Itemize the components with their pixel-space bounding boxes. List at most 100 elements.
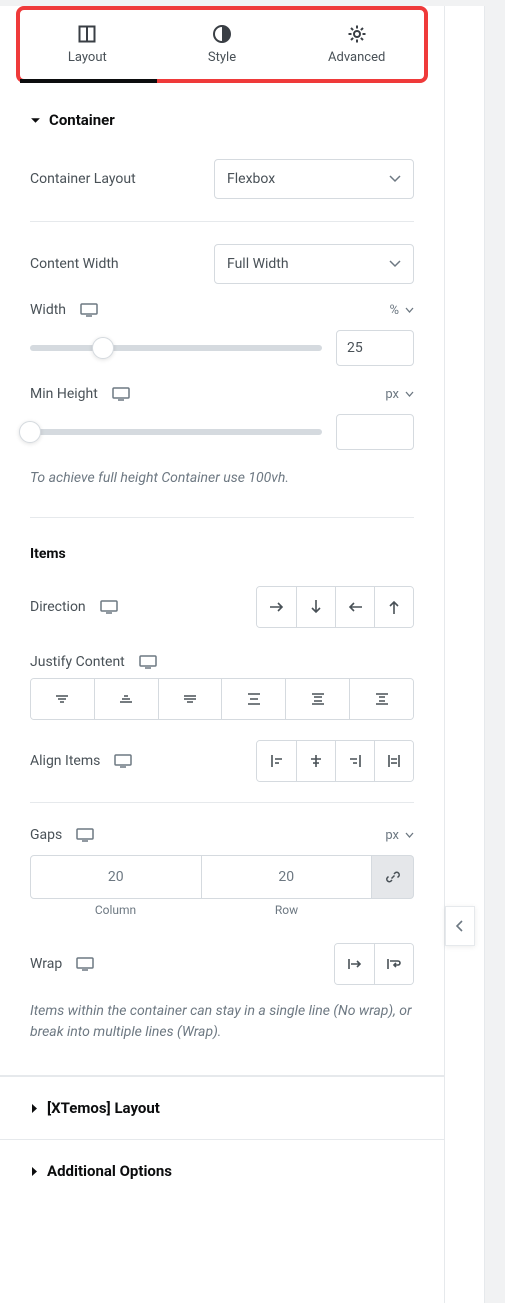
desktop-icon[interactable]: [76, 828, 94, 842]
section-container-title: Container: [49, 111, 115, 129]
direction-column-reverse-button[interactable]: [374, 587, 413, 627]
direction-row-button[interactable]: [257, 587, 296, 627]
width-slider-thumb[interactable]: [92, 337, 114, 359]
justify-group: [30, 678, 414, 720]
justify-space-evenly-icon: [373, 692, 391, 706]
min-height-slider-thumb[interactable]: [19, 421, 41, 443]
section-additional-toggle[interactable]: Additional Options: [0, 1139, 444, 1202]
align-end-button[interactable]: [335, 741, 374, 781]
gaps-label: Gaps: [30, 827, 62, 843]
justify-label: Justify Content: [30, 654, 125, 670]
wrap-wrap-button[interactable]: [374, 944, 413, 984]
gap-row-label: Row: [201, 903, 372, 917]
nowrap-icon: [346, 957, 364, 971]
width-input[interactable]: 25: [336, 330, 414, 366]
wrap-icon: [385, 957, 403, 971]
desktop-icon[interactable]: [80, 303, 98, 317]
desktop-icon[interactable]: [114, 754, 132, 768]
tab-advanced[interactable]: Advanced: [289, 10, 424, 79]
tab-style[interactable]: Style: [155, 10, 290, 79]
desktop-icon[interactable]: [139, 655, 157, 669]
justify-space-between-button[interactable]: [221, 679, 285, 719]
container-layout-select[interactable]: Flexbox: [214, 159, 414, 199]
justify-start-icon: [53, 693, 71, 705]
justify-start-button[interactable]: [31, 679, 94, 719]
gap-column-value: 20: [108, 869, 124, 885]
chevron-down-icon: [405, 832, 414, 839]
desktop-icon[interactable]: [112, 387, 130, 401]
gaps-unit-selector[interactable]: px: [385, 828, 414, 843]
desktop-icon[interactable]: [100, 600, 118, 614]
gap-column-input[interactable]: 20: [30, 855, 202, 899]
section-xtemos-title: [XTemos] Layout: [47, 1099, 160, 1117]
layout-icon: [77, 24, 97, 44]
caret-down-icon: [30, 115, 41, 126]
align-stretch-button[interactable]: [374, 741, 413, 781]
min-height-unit-selector[interactable]: px: [385, 387, 414, 402]
panel-tabs: Layout Style Advanced: [16, 6, 428, 83]
justify-center-button[interactable]: [94, 679, 158, 719]
min-height-input[interactable]: [336, 414, 414, 450]
wrap-group: [334, 943, 414, 985]
justify-space-evenly-button[interactable]: [349, 679, 413, 719]
direction-label: Direction: [30, 599, 86, 615]
chevron-left-icon: [455, 920, 465, 932]
align-label: Align Items: [30, 753, 100, 769]
gap-column-label: Column: [30, 903, 201, 917]
align-center-button[interactable]: [296, 741, 335, 781]
link-values-button[interactable]: [372, 855, 414, 899]
direction-group: [256, 586, 414, 628]
min-height-label: Min Height: [30, 386, 98, 402]
arrow-right-icon: [268, 600, 286, 614]
direction-row-reverse-button[interactable]: [335, 587, 374, 627]
justify-space-around-button[interactable]: [285, 679, 349, 719]
gap-row-input[interactable]: 20: [202, 855, 373, 899]
editor-panel: Layout Style Advanced Container Containe…: [0, 6, 445, 1303]
direction-column-button[interactable]: [296, 587, 335, 627]
section-additional-title: Additional Options: [47, 1162, 172, 1180]
desktop-icon[interactable]: [76, 957, 94, 971]
width-label: Width: [30, 302, 66, 318]
width-unit-selector[interactable]: %: [389, 303, 414, 318]
section-container-toggle[interactable]: Container: [0, 83, 444, 147]
align-center-icon: [307, 753, 325, 769]
arrow-up-icon: [387, 598, 401, 616]
align-stretch-icon: [385, 753, 403, 769]
justify-space-around-icon: [309, 692, 327, 706]
justify-end-icon: [181, 693, 199, 705]
divider: [30, 221, 414, 222]
gaps-unit: px: [385, 828, 399, 843]
justify-center-icon: [117, 693, 135, 705]
content-width-select[interactable]: Full Width: [214, 244, 414, 284]
side-gutter: [445, 6, 485, 1303]
min-height-slider[interactable]: [30, 429, 322, 435]
width-value: 25: [347, 340, 363, 356]
chevron-down-icon: [389, 260, 401, 268]
arrow-down-icon: [309, 598, 323, 616]
tab-active-indicator: [20, 79, 157, 83]
wrap-hint: Items within the container can stay in a…: [30, 997, 414, 1061]
section-xtemos-toggle[interactable]: [XTemos] Layout: [0, 1076, 444, 1139]
align-group: [256, 740, 414, 782]
width-slider[interactable]: [30, 345, 322, 351]
panel-collapse-button[interactable]: [445, 906, 475, 946]
tab-style-label: Style: [208, 50, 236, 65]
wrap-nowrap-button[interactable]: [335, 944, 374, 984]
full-height-hint: To achieve full height Container use 100…: [30, 464, 414, 507]
justify-end-button[interactable]: [158, 679, 222, 719]
section-container-body: Container Layout Flexbox Content Width F…: [0, 147, 444, 1076]
align-start-button[interactable]: [257, 741, 296, 781]
chevron-down-icon: [389, 175, 401, 183]
content-width-label: Content Width: [30, 256, 119, 272]
wrap-label: Wrap: [30, 956, 62, 972]
tab-layout[interactable]: Layout: [20, 10, 155, 79]
caret-right-icon: [30, 1103, 39, 1114]
align-end-icon: [346, 753, 364, 769]
tab-advanced-label: Advanced: [328, 50, 385, 65]
gap-row-value: 20: [278, 869, 294, 885]
divider: [30, 802, 414, 803]
caret-right-icon: [30, 1166, 39, 1177]
style-icon: [212, 24, 232, 44]
container-layout-value: Flexbox: [227, 171, 275, 187]
divider: [30, 517, 414, 518]
